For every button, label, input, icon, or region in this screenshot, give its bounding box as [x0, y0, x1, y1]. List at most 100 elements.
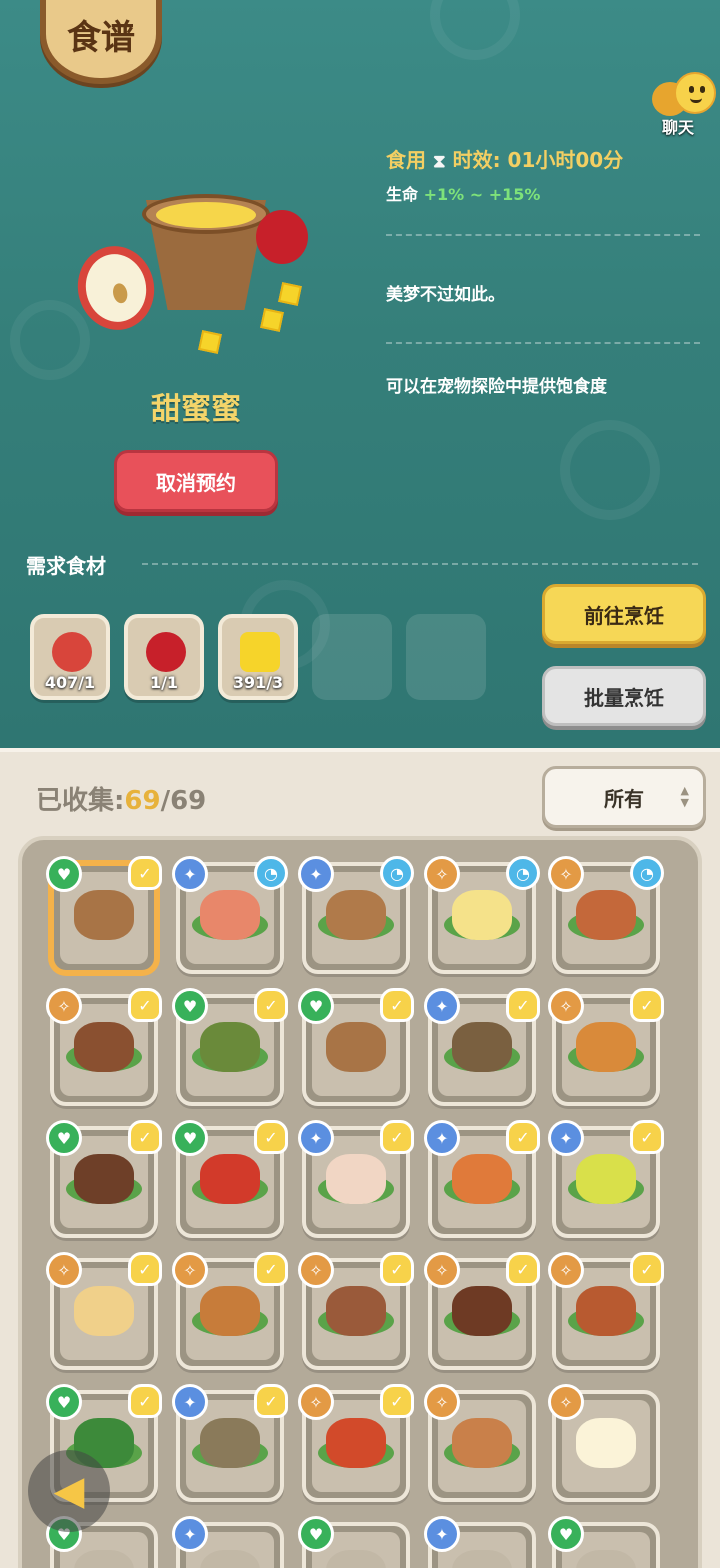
heart-icon: ♥ — [548, 1516, 584, 1552]
chef-hat-icon: ✓ — [380, 1120, 414, 1154]
heart-icon: ♥ — [46, 1384, 82, 1420]
recipe-cell[interactable]: ♥ ✓ — [172, 1120, 288, 1238]
recipe-cell[interactable]: ✧ ✓ — [424, 1252, 540, 1370]
stat-separator: ~ — [469, 185, 484, 204]
duration-value: 01小时00分 — [507, 148, 624, 172]
recipe-cell[interactable]: ♥ — [298, 1516, 410, 1568]
rarity-orange-icon: ✧ — [424, 856, 460, 892]
recipe-cell[interactable]: ✧ — [424, 1384, 536, 1502]
rarity-blue-icon: ✦ — [424, 1120, 460, 1156]
ingredients-label: 需求食材 — [26, 554, 106, 578]
ingredient-count: 1/1 — [149, 673, 179, 692]
chef-hat-icon: ✓ — [506, 1120, 540, 1154]
ingredient-slot-pomegranate[interactable]: 1/1 — [124, 614, 204, 700]
recipe-cell[interactable]: ✧ ✓ — [548, 988, 664, 1106]
recipe-cell[interactable]: ✦ ✓ — [424, 1120, 540, 1238]
honeycomb-icon — [240, 632, 280, 672]
rarity-orange-icon: ✧ — [548, 1384, 584, 1420]
egg-plate-icon — [452, 890, 512, 940]
mushroom-kebab-icon — [74, 1154, 134, 1204]
recipe-cell[interactable]: ✦ ◔ — [172, 856, 288, 974]
stat-name: 生命 — [386, 185, 419, 204]
chat-label: 聊天 — [662, 118, 695, 137]
rarity-blue-icon: ✦ — [298, 856, 334, 892]
ingredient-slot-empty — [312, 614, 392, 700]
chef-hat-icon: ✓ — [254, 1252, 288, 1286]
chef-hat-icon: ✓ — [380, 1252, 414, 1286]
clock-icon: ◔ — [506, 856, 540, 890]
recipe-cell[interactable]: ✦ — [172, 1516, 284, 1568]
fish-skewer-icon — [452, 1022, 512, 1072]
recipe-cell[interactable]: ✧ ✓ — [46, 988, 162, 1106]
stat-low: +1% — [423, 185, 465, 204]
recipe-cell[interactable]: ✦ ✓ — [548, 1120, 664, 1238]
rarity-orange-icon: ✧ — [548, 856, 584, 892]
rarity-blue-icon: ✦ — [424, 988, 460, 1024]
scallop-plate-icon — [326, 1154, 386, 1204]
rarity-orange-icon: ✧ — [424, 1252, 460, 1288]
recipe-cell[interactable]: ✧ — [548, 1384, 660, 1502]
chef-hat-icon: ✓ — [506, 988, 540, 1022]
recipe-cell[interactable]: ♥ ✓ — [298, 988, 414, 1106]
honey-bucket-icon — [74, 890, 134, 940]
ingredient-slot-apple[interactable]: 407/1 — [30, 614, 110, 700]
duration-row: 食用 ⧗ 时效: 01小时00分 — [386, 144, 700, 173]
recipe-cell[interactable]: ♥ — [548, 1516, 660, 1568]
stat-high: +15% — [488, 185, 541, 204]
honey-cube-art — [278, 282, 302, 306]
cancel-reservation-button[interactable]: 取消预约 — [114, 450, 278, 512]
go-cook-button[interactable]: 前往烹饪 — [542, 584, 706, 644]
recipe-cell[interactable]: ✧ ◔ — [424, 856, 540, 974]
clock-icon: ◔ — [254, 856, 288, 890]
chef-hat-icon: ✓ — [128, 856, 162, 890]
recipe-cell[interactable]: ♥ ✓ — [46, 1120, 162, 1238]
ingredient-count: 391/3 — [232, 673, 284, 692]
rarity-orange-icon: ✧ — [46, 1252, 82, 1288]
recipe-cell[interactable]: ✧ ◔ — [548, 856, 664, 974]
pomegranate-icon — [146, 632, 186, 672]
back-button[interactable]: ◀ — [28, 1450, 110, 1532]
recipe-cell[interactable]: ✧ ✓ — [172, 1252, 288, 1370]
chili-skewer-icon — [200, 1154, 260, 1204]
roast-leg-icon — [576, 1022, 636, 1072]
bg-swirl — [560, 420, 660, 520]
chat-button[interactable]: 聊天 — [650, 68, 716, 138]
heart-icon: ♥ — [298, 988, 334, 1024]
rarity-orange-icon: ✧ — [548, 1252, 584, 1288]
recipe-cell[interactable]: ✧ ✓ — [46, 1252, 162, 1370]
recipe-cell[interactable]: ✦ ✓ — [172, 1384, 288, 1502]
honey-cube-art — [260, 308, 284, 332]
chef-hat-icon: ✓ — [254, 988, 288, 1022]
chef-hat-icon: ✓ — [380, 988, 414, 1022]
bg-swirl — [430, 0, 520, 60]
stew-plate-icon — [326, 890, 386, 940]
grape-leaf-icon — [576, 1154, 636, 1204]
recipe-cell[interactable]: ✦ ◔ — [298, 856, 414, 974]
heart-icon: ♥ — [172, 988, 208, 1024]
filter-select[interactable]: 所有 ▲ ▼ — [542, 766, 706, 828]
dish-name: 甜蜜蜜 — [151, 392, 241, 427]
recipe-cell[interactable]: ✦ ✓ — [298, 1120, 414, 1238]
chef-hat-icon: ✓ — [254, 1120, 288, 1154]
batch-cook-button[interactable]: 批量烹饪 — [542, 666, 706, 726]
shrimp-skewer-icon — [452, 1154, 512, 1204]
divider — [386, 342, 700, 344]
clock-icon: ◔ — [630, 856, 664, 890]
recipe-cell[interactable]: ✦ — [424, 1516, 536, 1568]
chef-hat-icon: ✓ — [380, 1384, 414, 1418]
recipe-cell[interactable]: ✦ ✓ — [424, 988, 540, 1106]
filter-value: 所有 — [604, 786, 644, 811]
recipe-cell[interactable]: ✧ ✓ — [548, 1252, 664, 1370]
recipe-cell[interactable]: ✧ ✓ — [298, 1384, 414, 1502]
recipe-cell[interactable]: ♥ ✓ — [172, 988, 288, 1106]
recipe-collection-panel: 已收集:69/69 所有 ▲ ▼ ♥ ✓ ✦ ◔ ✦ ◔ ✧ ◔ ✧ ◔ ✧ ✓ ♥ ✓ ♥ ✓ ✦ ✓ ✧ ✓ ♥ ✓ ♥ ✓… — [0, 748, 720, 1568]
recipe-cell[interactable]: ✧ ✓ — [298, 1252, 414, 1370]
sausage-skewer-icon — [576, 1286, 636, 1336]
rarity-blue-icon: ✦ — [172, 856, 208, 892]
recipe-cell[interactable]: ♥ ✓ — [46, 856, 162, 974]
recipe-detail-panel: 食谱 聊天 甜蜜蜜 取消预约 食用 ⧗ 时效: 01小时00分 生命 +1% ~… — [0, 0, 720, 748]
dish-illustration — [70, 180, 316, 360]
ingredient-slot-honeycomb[interactable]: 391/3 — [218, 614, 298, 700]
apple-icon — [52, 632, 92, 672]
honey-cube-art — [198, 330, 222, 354]
